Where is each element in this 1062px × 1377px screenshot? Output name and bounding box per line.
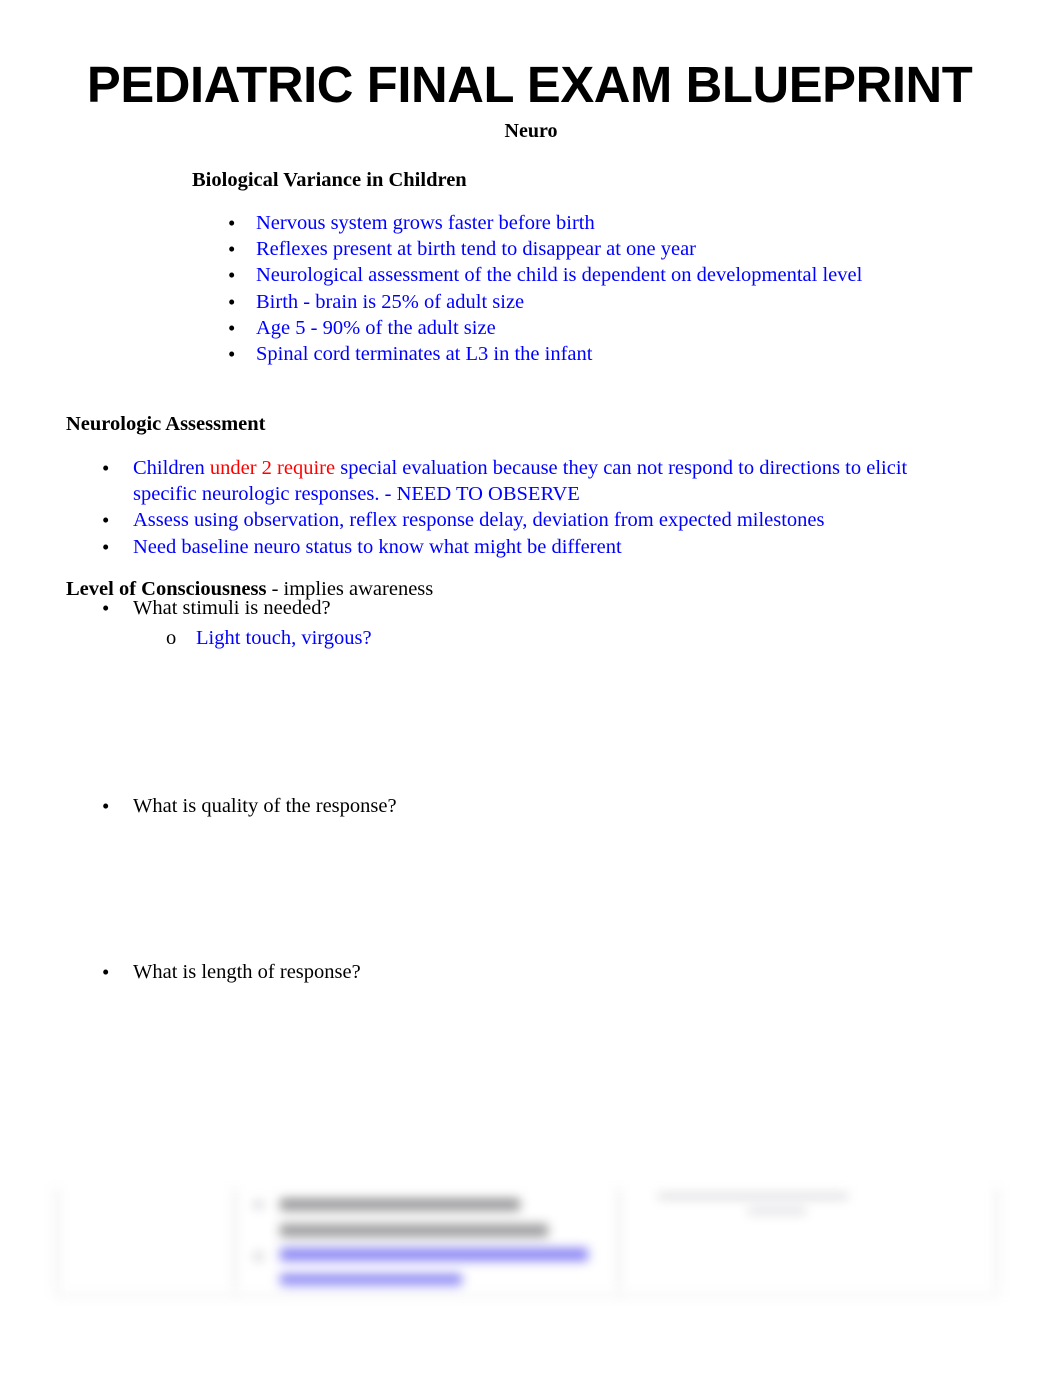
preview-link-line [280,1248,588,1261]
preview-link-line [280,1274,462,1287]
list-item-label: Assess using observation, reflex respons… [133,509,825,532]
preview-fade-overlay [40,1178,1015,1313]
list-item: • What stimuli is needed? [102,595,942,621]
bullet-disc-icon: • [228,289,236,314]
preview-text-line [280,1224,548,1237]
list-item: o Light touch, virgous? [166,625,866,651]
list-item: • What is length of response? [102,959,802,985]
preview-bullet-icon [254,1200,263,1209]
bullet-disc-icon: • [228,237,236,262]
list-item: • Need baseline neuro status to know wha… [102,534,942,560]
list-item-label: Need baseline neuro status to know what … [133,535,622,558]
list-item: • Assess using observation, reflex respo… [102,507,942,533]
bullet-disc-icon: • [228,211,236,235]
bullet-disc-icon: • [102,534,110,559]
list-item-label: What stimuli is needed? [133,597,331,619]
preview-text-line [280,1198,520,1211]
list-item: • Spinal cord terminates at L3 in the in… [228,341,1018,367]
list-item-label: Light touch, virgous? [196,627,372,649]
list-item: • Neurological assessment of the child i… [228,262,1018,288]
list-item-label: What is quality of the response? [133,795,397,817]
list-item-label: Neurological assessment of the child is … [256,264,863,287]
page-title: PEDIATRIC FINAL EXAM BLUEPRINT [86,56,973,113]
loc-stimuli-list: • What stimuli is needed? [102,595,942,621]
bullet-circle-icon: o [166,627,177,649]
heading-neurologic-assessment: Neurologic Assessment [66,413,266,435]
heading-biological-variance: Biological Variance in Children [192,169,467,191]
list-item: • Reflexes present at birth tend to disa… [228,236,1018,262]
bullet-disc-icon: • [228,315,236,340]
preview-table-column-divider [234,1186,236,1298]
loc-quality-list: • What is quality of the response? [102,793,802,819]
list-item-label: Children under 2 require special evaluat… [133,455,942,507]
bullet-disc-icon: • [228,263,236,288]
list-item: • Nervous system grows faster before bir… [228,210,1018,236]
preview-text-line [658,1192,848,1199]
list-item-label: Nervous system grows faster before birth [256,212,595,234]
neurologic-assessment-list: • Children under 2 require special evalu… [102,455,942,560]
bullet-disc-icon: • [102,794,110,818]
biological-variance-list: • Nervous system grows faster before bir… [228,210,1018,367]
list-item: • Children under 2 require special evalu… [102,455,942,507]
list-item-label: What is length of response? [133,961,361,983]
next-page-preview [40,1178,1015,1313]
list-item-label: Age 5 - 90% of the adult size [256,316,496,339]
bullet-disc-icon: • [102,596,110,620]
preview-bullet-icon [254,1252,263,1261]
list-item: • What is quality of the response? [102,793,802,819]
bullet-disc-icon: • [102,960,110,984]
bullet-disc-icon: • [102,456,110,480]
preview-text-line [748,1208,806,1214]
loc-length-list: • What is length of response? [102,959,802,985]
bullet-disc-icon: • [102,508,110,533]
text-run-red: under 2 require [209,457,336,479]
document-page: PEDIATRIC FINAL EXAM BLUEPRINT Neuro Bio… [0,0,1062,1377]
list-item: • Age 5 - 90% of the adult size [228,315,1018,341]
next-page-preview-content [40,1178,1015,1313]
preview-table-column-divider [618,1186,620,1298]
bullet-disc-icon: • [228,342,236,367]
list-item-label: Birth - brain is 25% of adult size [256,290,525,313]
list-item-label: Reflexes present at birth tend to disapp… [256,238,697,261]
preview-table [56,1186,998,1298]
list-item-label: Spinal cord terminates at L3 in the infa… [256,343,593,366]
text-run-blue: Children [133,457,210,479]
page-subtitle: Neuro [504,120,558,142]
list-item: • Birth - brain is 25% of adult size [228,289,1018,315]
loc-stimuli-sublist: o Light touch, virgous? [166,625,866,651]
